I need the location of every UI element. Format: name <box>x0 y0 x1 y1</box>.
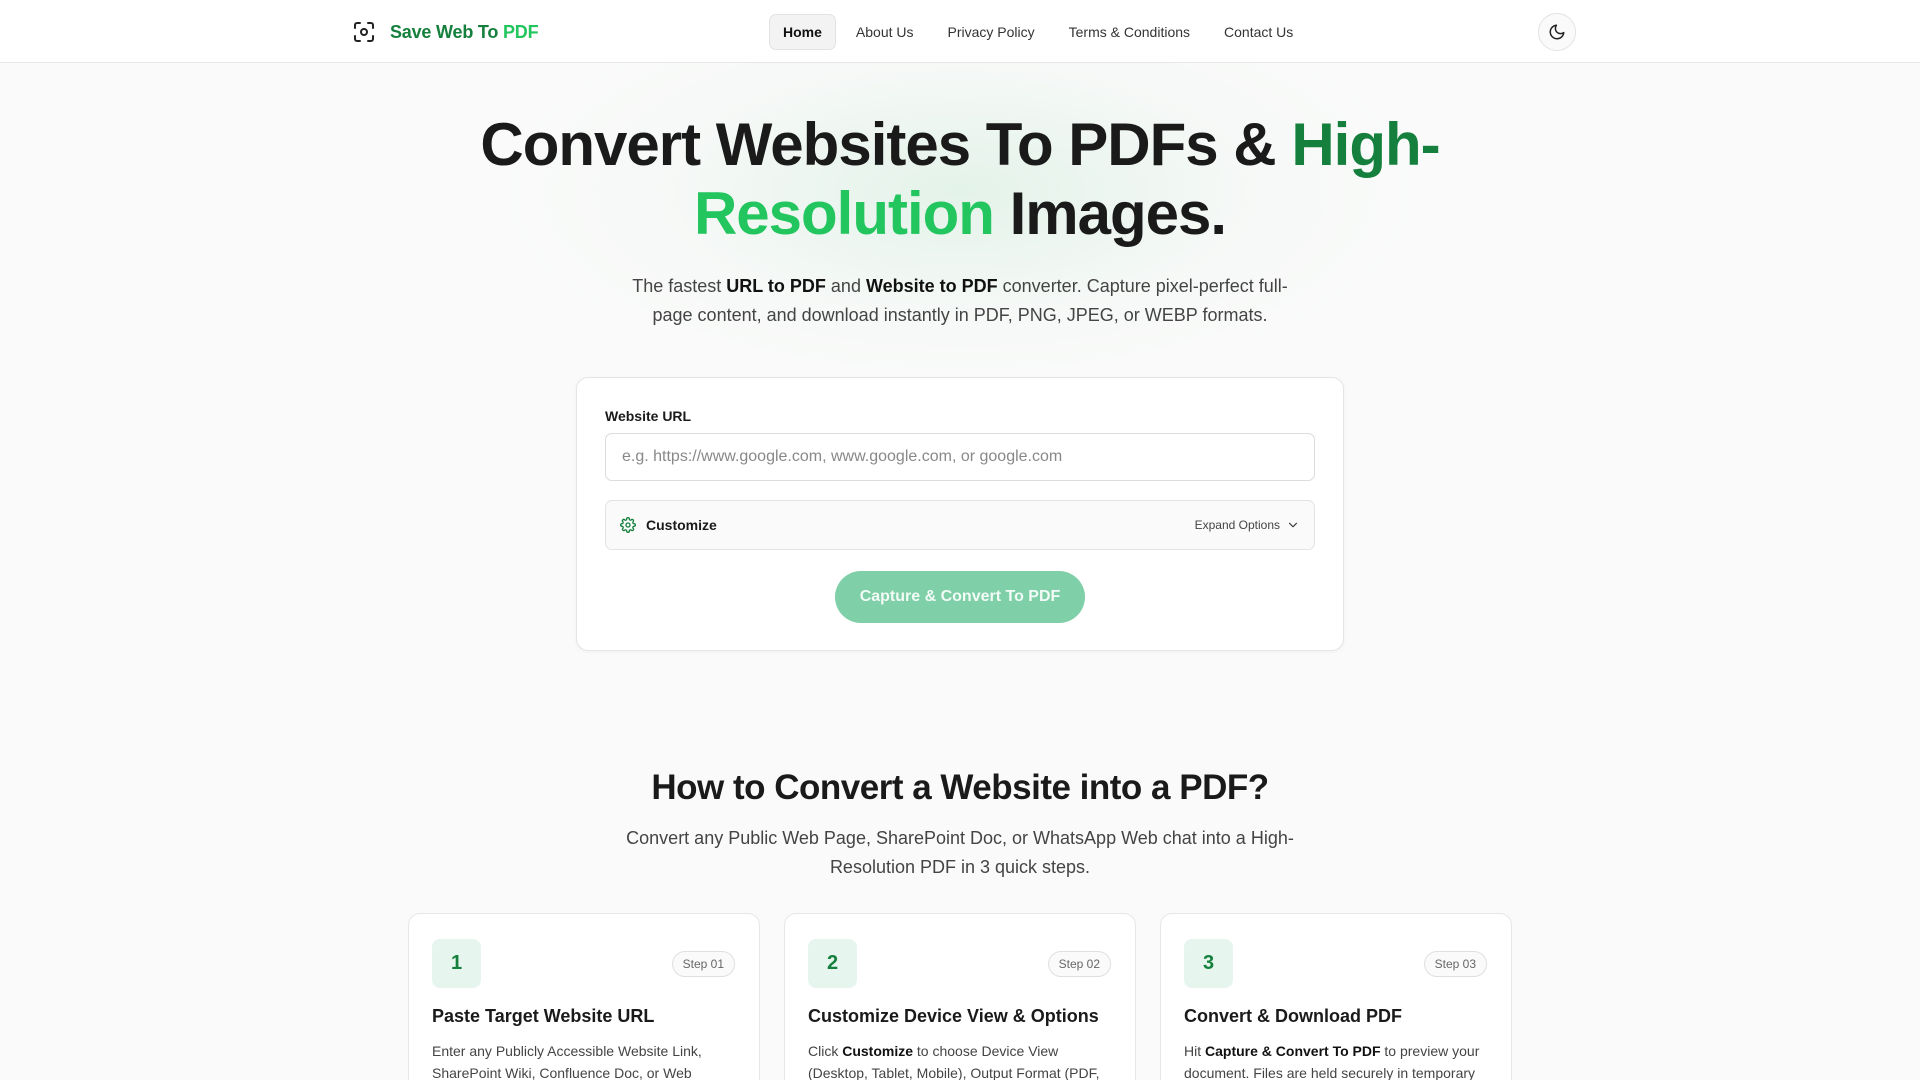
step-number: 1 <box>432 939 481 988</box>
hero-title: Convert Websites To PDFs & High- Resoluti… <box>480 111 1440 247</box>
nav-contact-us[interactable]: Contact Us <box>1210 14 1307 50</box>
expand-options-button[interactable]: Expand Options <box>1195 518 1300 532</box>
screenshot-frame-icon <box>354 22 374 42</box>
step-number: 3 <box>1184 939 1233 988</box>
customize-label: Customize <box>646 517 717 533</box>
step-badge: Step 03 <box>1423 951 1487 977</box>
main-nav: Home About Us Privacy Policy Terms & Con… <box>769 14 1307 50</box>
step-description: Hit Capture & Convert To PDF to preview … <box>1184 1043 1480 1080</box>
chevron-down-icon <box>1288 522 1298 528</box>
brand-logo[interactable]: Save Web To PDF <box>352 20 539 44</box>
moon-icon <box>1549 24 1565 40</box>
customize-panel-toggle[interactable]: Customize Expand Options <box>605 500 1315 550</box>
how-to-title: How to Convert a Website into a PDF? <box>651 768 1269 807</box>
step-badge: Step 02 <box>1047 951 1111 977</box>
nav-terms-conditions[interactable]: Terms & Conditions <box>1055 14 1204 50</box>
url-input[interactable] <box>605 433 1315 481</box>
step-badge: Step 01 <box>671 951 735 977</box>
step-card-2: 2 Step 02 Customize Device View & Option… <box>784 913 1136 1080</box>
step-title: Convert & Download PDF <box>1184 1006 1403 1026</box>
step-description: Enter any Publicly Accessible Website Li… <box>432 1043 702 1080</box>
hero-subtitle: The fastest URL to PDF and Website to PD… <box>632 276 1288 325</box>
theme-toggle-button[interactable] <box>1538 13 1576 51</box>
step-card-3: 3 Step 03 Convert & Download PDF Hit Cap… <box>1160 913 1512 1080</box>
nav-privacy-policy[interactable]: Privacy Policy <box>934 14 1049 50</box>
how-to-subtitle: Convert any Public Web Page, SharePoint … <box>626 828 1294 877</box>
expand-options-label: Expand Options <box>1194 518 1280 532</box>
url-field-label: Website URL <box>605 408 692 424</box>
step-number: 2 <box>808 939 857 988</box>
step-title: Paste Target Website URL <box>432 1006 655 1026</box>
site-header: Save Web To PDF Home About Us Privacy Po… <box>0 0 1920 63</box>
step-title: Customize Device View & Options <box>808 1006 1099 1026</box>
nav-home[interactable]: Home <box>769 14 836 50</box>
gear-icon <box>620 517 636 533</box>
capture-convert-button[interactable]: Capture & Convert To PDF <box>835 571 1085 623</box>
converter-card: Website URL Customize Expand Options Cap… <box>576 377 1344 651</box>
nav-about-us[interactable]: About Us <box>842 14 928 50</box>
step-description: Click Customize to choose Device View (D… <box>808 1043 1100 1080</box>
step-card-1: 1 Step 01 Paste Target Website URL Enter… <box>408 913 760 1080</box>
brand-name: Save Web To PDF <box>390 21 539 42</box>
